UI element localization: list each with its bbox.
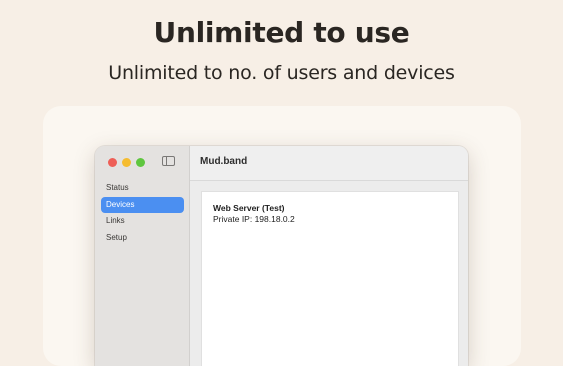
app-window: Status Devices Links Setup Mud.band Web … xyxy=(95,146,468,366)
device-card[interactable]: Web Server (Test) Private IP: 198.18.0.2 xyxy=(201,191,459,366)
window-toolbar: Mud.band xyxy=(190,146,468,181)
hero-subheadline: Unlimited to no. of users and devices xyxy=(108,62,455,84)
sidebar-item-devices[interactable]: Devices xyxy=(101,196,184,213)
main-content: Mud.band Web Server (Test) Private IP: 1… xyxy=(190,146,468,366)
sidebar: Status Devices Links Setup xyxy=(95,146,190,366)
sidebar-item-links[interactable]: Links xyxy=(101,213,184,229)
hero-headline: Unlimited to use xyxy=(153,16,410,49)
device-private-ip: Private IP: 198.18.0.2 xyxy=(213,214,295,224)
minimize-window-button[interactable] xyxy=(122,158,131,167)
sidebar-item-setup[interactable]: Setup xyxy=(101,230,184,246)
close-window-button[interactable] xyxy=(108,158,117,167)
window-title: Mud.band xyxy=(200,156,248,167)
device-name: Web Server (Test) xyxy=(213,203,285,213)
sidebar-toggle-icon[interactable] xyxy=(162,156,175,166)
zoom-window-button[interactable] xyxy=(136,158,145,167)
sidebar-nav: Status Devices Links Setup xyxy=(101,180,184,246)
sidebar-item-status[interactable]: Status xyxy=(101,180,184,196)
